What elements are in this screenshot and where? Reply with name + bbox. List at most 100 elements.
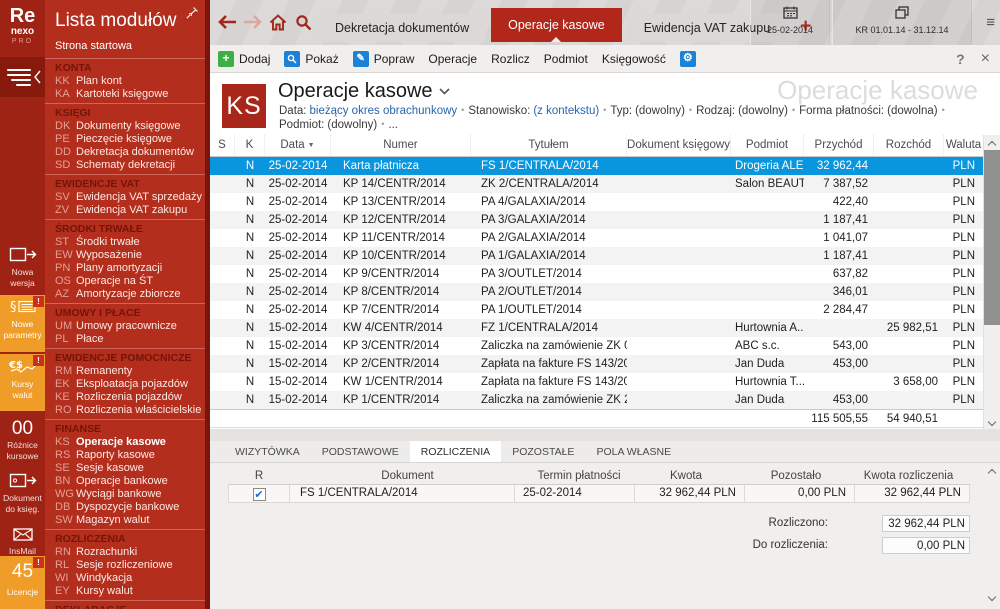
- sidebar-item-st[interactable]: STŚrodki trwałe: [45, 236, 205, 249]
- sidebar-item-ke[interactable]: KERozliczenia pojazdów: [45, 391, 205, 404]
- rail-tile-dokument-do-ksieg[interactable]: Dokumentdo księg.: [0, 469, 45, 522]
- detail-scroll-down-icon[interactable]: [989, 591, 995, 603]
- sidebar-item-wi[interactable]: WIWindykacja: [45, 572, 205, 585]
- detail-scroll-up-icon[interactable]: [989, 467, 995, 479]
- table-row[interactable]: N25-02-2014KP 8/CENTR/2014PA 2/OUTLET/20…: [210, 283, 983, 301]
- detail-column-header-termin-p-atno-ci[interactable]: Termin płatności: [515, 468, 635, 484]
- column-header-numer[interactable]: Numer: [331, 135, 471, 156]
- sidebar-item-rs[interactable]: RSRaporty kasowe: [45, 449, 205, 462]
- tab-dekretacja-dokumentow[interactable]: Dekretacja dokumentów: [318, 14, 486, 42]
- column-header-k[interactable]: K: [235, 135, 265, 156]
- sidebar-item-zv[interactable]: ZVEwidencja VAT zakupu: [45, 204, 205, 217]
- detail-column-header-pozosta-o[interactable]: Pozostało: [745, 468, 855, 484]
- tab-operacje-kasowe[interactable]: Operacje kasowe: [491, 8, 622, 42]
- sidebar-item-pe[interactable]: PEPieczęcie księgowe: [45, 133, 205, 146]
- module-section-header[interactable]: ŚRODKI TRWAŁE: [45, 222, 205, 236]
- column-header-tytu-em[interactable]: Tytułem: [471, 135, 627, 156]
- column-header-rozch-d[interactable]: Rozchód: [874, 135, 944, 156]
- table-row[interactable]: N15-02-2014KP 3/CENTR/2014Zaliczka na za…: [210, 337, 983, 355]
- module-section-header[interactable]: KSIĘGI: [45, 106, 205, 120]
- table-row[interactable]: N15-02-2014KP 1/CENTR/2014Zaliczka na za…: [210, 391, 983, 409]
- table-row[interactable]: N15-02-2014KP 2/CENTR/2014Zapłata na fak…: [210, 355, 983, 373]
- sidebar-item-os[interactable]: OSOperacje na ŚT: [45, 275, 205, 288]
- rail-tile-roznice-kursowe[interactable]: 00 Różnicekursowe: [0, 413, 45, 467]
- table-row[interactable]: N15-02-2014KW 4/CENTR/2014FZ 1/CENTRALA/…: [210, 319, 983, 337]
- table-row[interactable]: N25-02-2014Karta płatniczaFS 1/CENTRALA/…: [210, 157, 983, 175]
- operations-button[interactable]: Operacje: [428, 52, 477, 66]
- rail-tile-licencje[interactable]: ! 45 Licencje: [0, 556, 45, 609]
- settlement-row[interactable]: ✔ FS 1/CENTRALA/2014 25-02-2014 32 962,4…: [228, 485, 970, 503]
- sidebar-item-um[interactable]: UMUmowy pracownicze: [45, 320, 205, 333]
- sidebar-item-dd[interactable]: DDDekretacja dokumentów: [45, 146, 205, 159]
- sidebar-item-se[interactable]: SESesje kasowe: [45, 462, 205, 475]
- help-button[interactable]: ?: [956, 51, 965, 67]
- column-header-waluta[interactable]: Waluta: [944, 135, 983, 156]
- menu-icon[interactable]: ≡: [986, 14, 995, 31]
- pin-icon[interactable]: [186, 7, 198, 19]
- sidebar-item-sd[interactable]: SDSchematy dekretacji: [45, 159, 205, 172]
- filter-more[interactable]: ...: [388, 119, 398, 131]
- table-row[interactable]: N25-02-2014KP 12/CENTR/2014PA 3/GALAXIA/…: [210, 211, 983, 229]
- module-section-header[interactable]: EWIDENCJE VAT: [45, 177, 205, 191]
- sidebar-item-pl[interactable]: PLPłace: [45, 333, 205, 346]
- tab-pozostale[interactable]: POZOSTAŁE: [501, 441, 585, 462]
- search-icon[interactable]: [295, 14, 312, 31]
- sidebar-item-rl[interactable]: RLSesje rozliczeniowe: [45, 559, 205, 572]
- sidebar-item-strona-startowa[interactable]: Strona startowa: [45, 38, 205, 56]
- column-header-dokument-ksi-gowy[interactable]: Dokument księgowy: [627, 135, 731, 156]
- vertical-scrollbar[interactable]: [983, 135, 1000, 432]
- table-row[interactable]: N15-02-2014KW 1/CENTR/2014Zapłata na fak…: [210, 373, 983, 391]
- sidebar-item-rn[interactable]: RNRozrachunki: [45, 546, 205, 559]
- column-header-s[interactable]: S: [210, 135, 235, 156]
- rail-tile-nowa-wersja[interactable]: Nowawersja: [0, 243, 45, 293]
- settings-button[interactable]: ⚙: [680, 51, 701, 67]
- sidebar-item-ka[interactable]: KAKartoteki księgowe: [45, 88, 205, 101]
- table-row[interactable]: N25-02-2014KP 14/CENTR/2014ZK 2/CENTRALA…: [210, 175, 983, 193]
- rail-tile-nowe-parametry[interactable]: ! § Noweparametry: [0, 295, 45, 352]
- scroll-down-icon[interactable]: [989, 416, 995, 428]
- column-header-podmiot[interactable]: Podmiot: [731, 135, 804, 156]
- show-button[interactable]: Pokaż: [284, 51, 338, 67]
- module-section-header[interactable]: ROZLICZENIA: [45, 532, 205, 546]
- settled-checkbox[interactable]: ✔: [253, 488, 266, 501]
- sidebar-item-sw[interactable]: SWMagazyn walut: [45, 514, 205, 527]
- sidebar-item-kk[interactable]: KKPlan kont: [45, 75, 205, 88]
- work-date-selector[interactable]: 25-02-2014: [750, 0, 830, 45]
- detail-column-header-kwota[interactable]: Kwota: [635, 468, 745, 484]
- detail-column-header-dokument[interactable]: Dokument: [290, 468, 515, 484]
- close-icon[interactable]: ×: [981, 51, 990, 67]
- sidebar-item-bn[interactable]: BNOperacje bankowe: [45, 475, 205, 488]
- rail-tile-insmail[interactable]: InsMail: [0, 524, 45, 554]
- module-section-header[interactable]: DEKLARACJE: [45, 603, 205, 609]
- column-header-przych-d[interactable]: Przychód: [804, 135, 874, 156]
- sidebar-item-ro[interactable]: RORozliczenia właścicielskie: [45, 404, 205, 417]
- splitter[interactable]: [210, 429, 1000, 441]
- table-row[interactable]: N25-02-2014KP 13/CENTR/2014PA 4/GALAXIA/…: [210, 193, 983, 211]
- sidebar-item-ek[interactable]: EKEksploatacja pojazdów: [45, 378, 205, 391]
- rail-tile-kursy-walut[interactable]: ! €$ Kursywalut: [0, 354, 45, 411]
- tab-pola-wlasne[interactable]: POLA WŁASNE: [585, 441, 682, 462]
- filter-value[interactable]: (dowolny): [635, 105, 685, 117]
- back-icon[interactable]: [218, 14, 237, 30]
- filter-value[interactable]: bieżący okres obrachunkowy: [310, 105, 458, 117]
- sidebar-item-ey[interactable]: EYKursy walut: [45, 585, 205, 598]
- sidebar-item-pn[interactable]: PNPlany amortyzacji: [45, 262, 205, 275]
- edit-button[interactable]: ✎ Popraw: [353, 51, 415, 67]
- tab-rozliczenia[interactable]: ROZLICZENIA: [410, 441, 501, 462]
- period-selector[interactable]: KR 01.01.14 - 31.12.14: [832, 0, 972, 45]
- sidebar-item-db[interactable]: DBDyspozycje bankowe: [45, 501, 205, 514]
- filter-value[interactable]: (dowolna): [887, 105, 938, 117]
- detail-column-header-r[interactable]: R: [228, 468, 290, 484]
- forward-icon[interactable]: [243, 14, 262, 30]
- tab-podstawowe[interactable]: PODSTAWOWE: [311, 441, 410, 462]
- table-row[interactable]: N25-02-2014KP 11/CENTR/2014PA 2/GALAXIA/…: [210, 229, 983, 247]
- sidebar-item-az[interactable]: AZAmortyzacje zbiorcze: [45, 288, 205, 301]
- table-row[interactable]: N25-02-2014KP 10/CENTR/2014PA 1/GALAXIA/…: [210, 247, 983, 265]
- home-icon[interactable]: [269, 14, 287, 31]
- module-section-header[interactable]: KONTA: [45, 61, 205, 75]
- sidebar-item-ks[interactable]: KSOperacje kasowe: [45, 436, 205, 449]
- tab-wizytowka[interactable]: WIZYTÓWKA: [224, 441, 311, 462]
- scrollbar-thumb[interactable]: [984, 150, 1000, 325]
- filter-value[interactable]: (z kontekstu): [533, 105, 599, 117]
- sidebar-item-wg[interactable]: WGWyciągi bankowe: [45, 488, 205, 501]
